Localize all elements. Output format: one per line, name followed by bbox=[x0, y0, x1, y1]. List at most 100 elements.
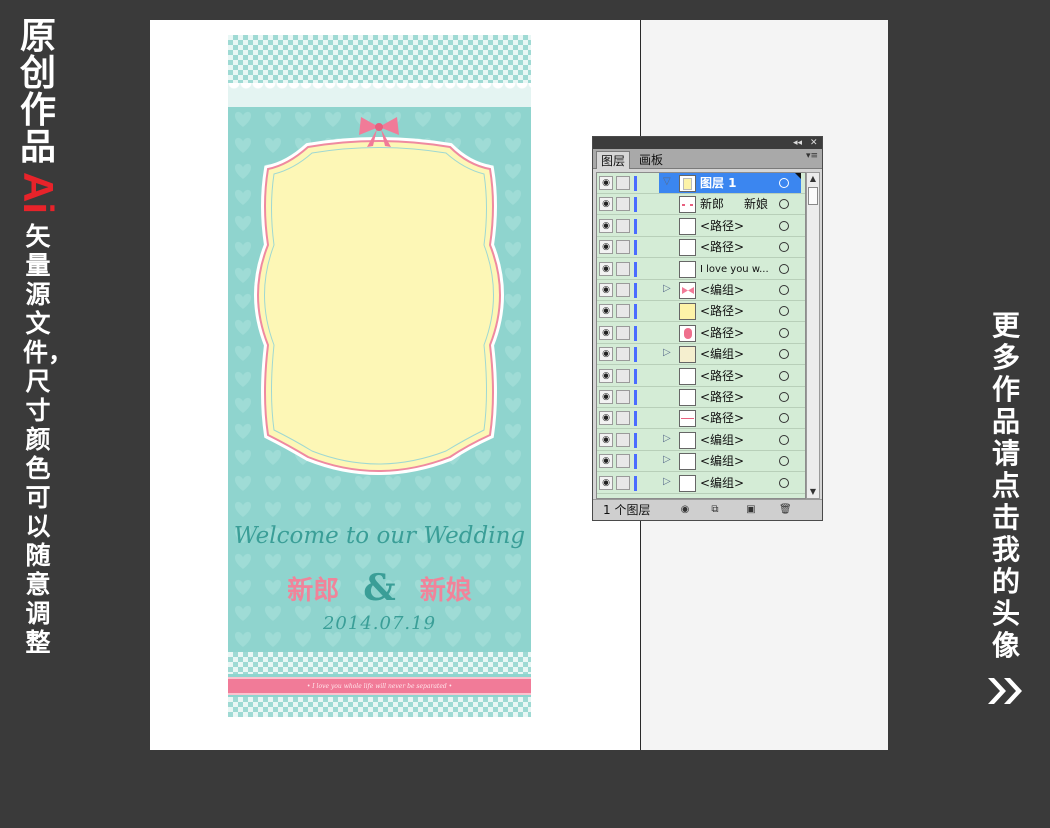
layer-name: <路径> bbox=[700, 237, 744, 258]
expand-triangle-icon[interactable]: ▽ bbox=[663, 176, 671, 187]
panel-menu-icon[interactable]: ▾≡ bbox=[806, 151, 818, 161]
visibility-eye-icon[interactable]: ◉ bbox=[599, 283, 613, 297]
target-circle-icon[interactable] bbox=[779, 392, 789, 402]
visibility-eye-icon[interactable]: ◉ bbox=[599, 261, 613, 276]
layer-row[interactable]: ◉ ▽ 图层 1 bbox=[597, 173, 805, 194]
visibility-eye-icon[interactable]: ◉ bbox=[599, 218, 613, 233]
layer-thumbnail bbox=[679, 217, 696, 235]
layer-row[interactable]: ◉ ▷ <编组> bbox=[597, 280, 805, 301]
layer-name: <路径> bbox=[700, 408, 744, 429]
lock-toggle[interactable] bbox=[616, 197, 630, 212]
target-circle-icon[interactable] bbox=[779, 242, 789, 253]
lock-toggle[interactable] bbox=[616, 176, 630, 190]
lock-toggle[interactable] bbox=[616, 304, 630, 319]
ribbon-text: • I love you whole life will never be se… bbox=[306, 682, 453, 690]
scroll-up-icon[interactable]: ▲ bbox=[807, 173, 819, 185]
layer-color-indicator bbox=[634, 240, 637, 256]
scroll-thumb[interactable] bbox=[808, 187, 818, 205]
target-circle-icon[interactable] bbox=[779, 220, 789, 231]
visibility-eye-icon[interactable]: ◉ bbox=[599, 390, 613, 404]
layer-name: <编组> bbox=[700, 344, 744, 365]
collapse-icon[interactable]: ◂◂ bbox=[793, 137, 802, 149]
lock-toggle[interactable] bbox=[616, 411, 630, 426]
layer-list[interactable]: ◉ ▽ 图层 1 ◉ 新郎 新娘 ◉ <路径> ◉ <路径> ◉ I love you w... ◉ ▷ <… bbox=[596, 172, 806, 499]
layer-name-text: <路径> bbox=[700, 390, 745, 404]
expand-triangle-icon[interactable]: ▷ bbox=[663, 433, 671, 444]
visibility-eye-icon[interactable]: ◉ bbox=[599, 325, 613, 340]
layer-row[interactable]: ◉ 新郎 新娘 bbox=[597, 194, 805, 216]
new-sublayer-icon[interactable]: ▣ bbox=[745, 504, 757, 516]
wedding-sign-design[interactable]: Welcome to our Wedding 新郎 & 新娘 2014.07.1… bbox=[228, 35, 531, 717]
layer-row[interactable]: ◉ <路径> bbox=[597, 322, 805, 344]
close-icon[interactable]: ✕ bbox=[810, 137, 818, 149]
layer-row[interactable]: ◉ <路径> bbox=[597, 215, 805, 237]
lock-toggle[interactable] bbox=[616, 347, 630, 362]
lock-toggle[interactable] bbox=[616, 475, 630, 490]
layer-name-text: <编组> bbox=[700, 454, 745, 469]
layer-name: 新郎 新娘 bbox=[700, 194, 768, 215]
target-circle-icon[interactable] bbox=[779, 349, 789, 360]
delete-layer-icon[interactable]: 🗑 bbox=[779, 504, 792, 516]
expand-triangle-icon[interactable]: ▷ bbox=[663, 283, 671, 294]
target-circle-icon[interactable] bbox=[779, 477, 789, 488]
layer-row[interactable]: ◉ I love you w... bbox=[597, 258, 805, 280]
visibility-eye-icon[interactable]: ◉ bbox=[599, 411, 613, 426]
panel-title-bar[interactable]: ◂◂ ✕ bbox=[593, 137, 822, 149]
layer-row[interactable]: ◉ ▷ <编组> bbox=[597, 344, 805, 366]
lock-toggle[interactable] bbox=[616, 432, 630, 447]
expand-triangle-icon[interactable]: ▷ bbox=[663, 347, 671, 358]
tab-layers[interactable]: 图层 bbox=[596, 151, 631, 169]
welcome-text: Welcome to our Wedding bbox=[233, 523, 526, 549]
lock-toggle[interactable] bbox=[616, 261, 630, 276]
layer-row[interactable]: ◉ <路径> bbox=[597, 365, 805, 387]
lock-toggle[interactable] bbox=[616, 325, 630, 340]
visibility-eye-icon[interactable]: ◉ bbox=[599, 347, 613, 362]
more-works-text: 更多作品请点击我的头像 bbox=[991, 309, 1020, 662]
target-circle-icon[interactable] bbox=[779, 456, 789, 467]
target-circle-icon[interactable] bbox=[779, 327, 789, 338]
visibility-eye-icon[interactable]: ◉ bbox=[599, 197, 613, 212]
lock-toggle[interactable] bbox=[616, 454, 630, 469]
visibility-eye-icon[interactable]: ◉ bbox=[599, 240, 613, 255]
target-circle-icon[interactable] bbox=[779, 306, 789, 317]
layer-row[interactable]: ◉ <路径> bbox=[597, 387, 805, 408]
visibility-eye-icon[interactable]: ◉ bbox=[599, 368, 613, 383]
lock-toggle[interactable] bbox=[616, 218, 630, 233]
layer-name-text: <路径> bbox=[700, 368, 745, 383]
layer-name: <路径> bbox=[700, 216, 744, 237]
layer-row[interactable]: ◉ ▷ <编组> bbox=[597, 451, 805, 473]
target-circle-icon[interactable] bbox=[779, 199, 789, 210]
visibility-eye-icon[interactable]: ◉ bbox=[599, 432, 613, 447]
layer-thumbnail bbox=[679, 367, 696, 385]
visibility-eye-icon[interactable]: ◉ bbox=[599, 304, 613, 319]
target-circle-icon[interactable] bbox=[779, 370, 789, 381]
target-circle-icon[interactable] bbox=[779, 178, 789, 188]
target-circle-icon[interactable] bbox=[779, 263, 789, 274]
visibility-eye-icon[interactable]: ◉ bbox=[599, 475, 613, 490]
target-circle-icon[interactable] bbox=[779, 285, 789, 295]
layer-list-scrollbar[interactable]: ▲ ▼ bbox=[806, 172, 820, 499]
make-clipping-mask-icon[interactable]: ⧉ bbox=[709, 504, 721, 516]
expand-triangle-icon[interactable]: ▷ bbox=[663, 476, 671, 487]
target-circle-icon[interactable] bbox=[779, 434, 789, 445]
visibility-eye-icon[interactable]: ◉ bbox=[599, 454, 613, 469]
layer-count: 1 个图层 bbox=[603, 503, 651, 517]
lock-toggle[interactable] bbox=[616, 283, 630, 297]
layer-name-text: <编组> bbox=[700, 283, 745, 297]
layer-row[interactable]: ◉ ▷ <编组> bbox=[597, 429, 805, 451]
lock-toggle[interactable] bbox=[616, 240, 630, 255]
expand-triangle-icon[interactable]: ▷ bbox=[663, 454, 671, 465]
layer-row[interactable]: ◉ <路径> bbox=[597, 408, 805, 430]
lock-toggle[interactable] bbox=[616, 368, 630, 383]
layers-panel: ◂◂ ✕ 图层 画板 ▾≡ ◉ ▽ 图层 1 ◉ 新郎 新娘 ◉ <路径> ◉ <路径> ◉ I lo… bbox=[592, 136, 823, 521]
scroll-down-icon[interactable]: ▼ bbox=[807, 486, 819, 498]
layer-row[interactable]: ◉ <路径> bbox=[597, 237, 805, 259]
tab-artboards[interactable]: 画板 bbox=[635, 151, 667, 169]
locate-object-icon[interactable]: ◉ bbox=[679, 504, 691, 516]
lock-toggle[interactable] bbox=[616, 390, 630, 404]
layer-row[interactable]: ◉ <路径> bbox=[597, 301, 805, 323]
layer-name-text: <路径> bbox=[700, 240, 745, 255]
layer-row[interactable]: ◉ ▷ <编组> bbox=[597, 472, 805, 494]
target-circle-icon[interactable] bbox=[779, 413, 789, 424]
visibility-eye-icon[interactable]: ◉ bbox=[599, 176, 613, 190]
